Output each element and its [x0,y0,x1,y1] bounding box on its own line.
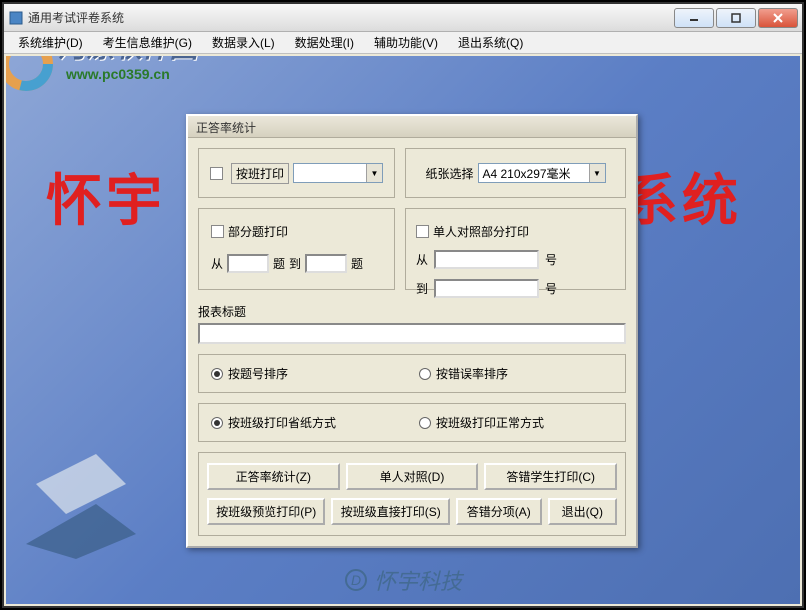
input-from-q[interactable] [227,254,269,273]
maximize-button[interactable] [716,8,756,28]
checkbox-partial-label[interactable]: 部分题打印 [211,223,288,240]
btn-wrong-items[interactable]: 答错分项(A) [456,498,542,525]
chevron-down-icon: ▼ [366,164,382,182]
group-mode: 按班级打印省纸方式 按班级打印正常方式 [198,403,626,442]
label-hao2: 号 [545,280,557,297]
input-to-no[interactable] [434,279,539,298]
radio-mode-normal[interactable] [419,417,431,429]
input-to-q[interactable] [305,254,347,273]
group-single: 单人对照部分打印 从 号 到 号 [405,208,626,290]
label-to2: 到 [416,280,428,297]
group-partial: 部分题打印 从 题 到 题 [198,208,395,290]
dialog-stats: 正答率统计 按班打印 ▼ 纸张选择 A4 210x297毫米 [186,114,638,548]
logo-b-icon: D [344,568,368,592]
window-title: 通用考试评卷系统 [28,9,674,26]
radio-sort-qno[interactable] [211,368,223,380]
menu-input[interactable]: 数据录入(L) [202,32,285,53]
btn-direct[interactable]: 按班级直接打印(S) [331,498,449,525]
menubar: 系统维护(D) 考生信息维护(G) 数据录入(L) 数据处理(I) 辅助功能(V… [4,32,802,54]
menu-exit[interactable]: 退出系统(Q) [448,32,533,53]
group-paper: 纸张选择 A4 210x297毫米 ▼ [405,148,626,198]
btn-stats[interactable]: 正答率统计(Z) [207,463,340,490]
svg-text:D: D [351,572,361,588]
input-report-title[interactable] [198,323,626,344]
btn-single[interactable]: 单人对照(D) [346,463,479,490]
radio-mode-save-label[interactable]: 按班级打印省纸方式 [211,414,411,431]
group-buttons: 正答率统计(Z) 单人对照(D) 答错学生打印(C) 按班级预览打印(P) 按班… [198,452,626,536]
radio-mode-normal-label[interactable]: 按班级打印正常方式 [419,414,544,431]
chevron-down-icon: ▼ [589,164,605,182]
radio-mode-save[interactable] [211,417,223,429]
watermark-url: www.pc0359.cn [66,66,170,82]
dialog-title: 正答率统计 [188,116,636,138]
label-from2: 从 [416,251,428,268]
close-button[interactable] [758,8,798,28]
group-sort: 按题号排序 按错误率排序 [198,354,626,393]
background-decor-icon [16,444,156,564]
btn-exit[interactable]: 退出(Q) [548,498,617,525]
app-icon [8,10,24,26]
background-bottom-text: D 怀宇科技 [344,564,462,596]
radio-sort-err[interactable] [419,368,431,380]
group-byclass: 按班打印 ▼ [198,148,395,198]
checkbox-partial[interactable] [211,225,224,238]
label-from: 从 [211,255,223,272]
menu-assist[interactable]: 辅助功能(V) [364,32,448,53]
radio-sort-qno-label[interactable]: 按题号排序 [211,365,411,382]
menu-student[interactable]: 考生信息维护(G) [93,32,202,53]
btn-preview[interactable]: 按班级预览打印(P) [207,498,325,525]
menu-system[interactable]: 系统维护(D) [8,32,93,53]
minimize-button[interactable] [674,8,714,28]
label-byclass[interactable]: 按班打印 [231,163,289,184]
checkbox-single[interactable] [416,225,429,238]
titlebar: 通用考试评卷系统 [4,4,802,32]
label-ti2: 题 [351,255,363,272]
client-area: 河漂软件园 www.pc0359.cn 怀宇 系统 D 怀宇科技 正答率统计 按… [6,56,800,604]
checkbox-single-label[interactable]: 单人对照部分打印 [416,223,615,240]
combo-class[interactable]: ▼ [293,163,383,183]
watermark-logo-icon [6,56,56,94]
combo-paper[interactable]: A4 210x297毫米 ▼ [478,163,606,183]
watermark-brand: 河漂软件园 [58,56,198,66]
label-paper: 纸张选择 [425,165,473,182]
checkbox-byclass[interactable] [210,167,223,180]
input-from-no[interactable] [434,250,539,269]
label-ti1: 题 [273,255,285,272]
label-to: 到 [289,255,301,272]
radio-sort-err-label[interactable]: 按错误率排序 [419,365,508,382]
menu-process[interactable]: 数据处理(I) [285,32,364,53]
label-report-title: 报表标题 [198,303,626,320]
btn-wrong-students[interactable]: 答错学生打印(C) [484,463,617,490]
label-hao1: 号 [545,251,557,268]
